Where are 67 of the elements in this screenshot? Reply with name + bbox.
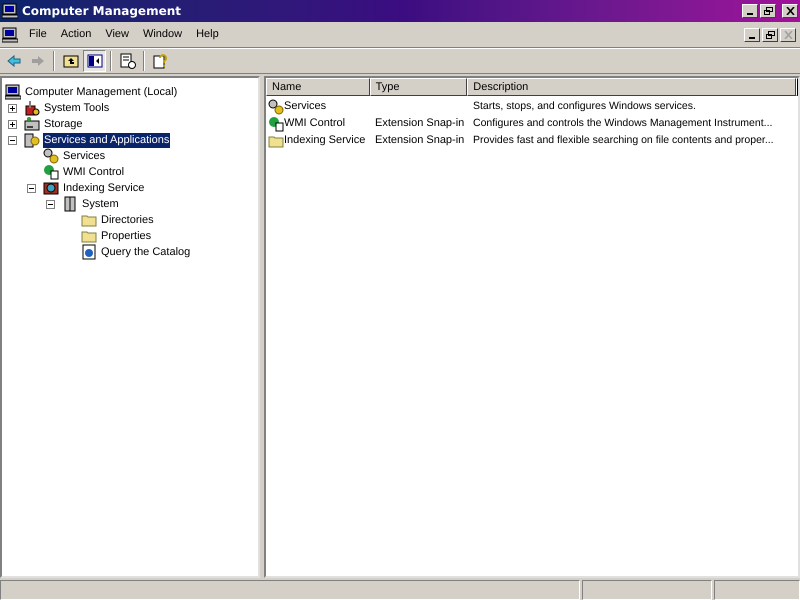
computer-icon xyxy=(2,3,18,19)
tree-item[interactable]: Storage xyxy=(43,116,84,132)
back-arrow-icon xyxy=(6,53,22,69)
tree-pane-icon xyxy=(86,53,102,69)
tree-item[interactable]: Query the Catalog xyxy=(100,244,192,260)
collapse-toggle[interactable] xyxy=(8,136,17,144)
minimize-button[interactable] xyxy=(744,28,760,42)
tree-item[interactable]: Indexing Service xyxy=(62,180,146,196)
restore-icon xyxy=(764,7,772,15)
tree-item[interactable]: System xyxy=(81,196,120,212)
tree-item[interactable]: System Tools xyxy=(43,100,110,116)
minimize-icon xyxy=(749,36,755,38)
minus-icon xyxy=(10,138,15,142)
up-folder-icon xyxy=(62,53,78,69)
menu-item[interactable]: Help xyxy=(189,26,226,43)
restore-button[interactable] xyxy=(762,28,778,42)
computer-icon xyxy=(5,84,21,100)
menu-item[interactable]: File xyxy=(22,26,54,43)
expand-toggle[interactable] xyxy=(8,120,17,128)
export-list-icon xyxy=(120,53,136,69)
list-cell: Extension Snap-in xyxy=(375,117,464,130)
toolbox-icon xyxy=(24,100,40,116)
gears-icon xyxy=(43,148,59,164)
tree-item[interactable]: Computer Management (Local) xyxy=(24,84,178,100)
menu-item[interactable]: Action xyxy=(54,26,98,43)
gears-icon xyxy=(268,98,284,114)
drive-icon xyxy=(24,116,40,132)
forward-arrow-icon xyxy=(30,53,46,69)
list-cell[interactable]: Services xyxy=(284,98,326,115)
menu-item[interactable]: Window xyxy=(136,26,190,43)
server-gear-icon xyxy=(24,132,40,148)
list-cell: Extension Snap-in xyxy=(375,134,464,146)
plus-icon xyxy=(10,122,15,126)
computer-icon xyxy=(2,26,18,42)
window-title: Computer Management xyxy=(22,3,181,20)
column-header[interactable]: Type xyxy=(370,78,468,96)
globe-page-icon xyxy=(81,244,97,260)
list-cell: Provides fast and flexible searching on file contents and proper... xyxy=(473,134,774,146)
minimize-button[interactable] xyxy=(742,4,758,18)
list-cell: Configures and controls the Windows Management Instrument... xyxy=(473,117,772,130)
minus-icon xyxy=(48,202,53,206)
close-icon xyxy=(784,30,792,38)
close-button[interactable] xyxy=(780,28,796,42)
close-icon xyxy=(786,7,794,15)
cabinet-icon xyxy=(62,196,78,212)
collapse-toggle[interactable] xyxy=(27,184,36,192)
collapse-toggle[interactable] xyxy=(46,200,55,208)
help-icon xyxy=(152,53,168,69)
close-button[interactable] xyxy=(782,4,798,18)
list-cell[interactable]: Indexing Service xyxy=(284,132,366,149)
menu-item[interactable]: View xyxy=(98,26,136,43)
plus-icon xyxy=(10,106,15,110)
tree-item[interactable]: Services xyxy=(62,148,106,164)
tree-item[interactable]: Properties xyxy=(100,228,152,244)
list-cell[interactable]: WMI Control xyxy=(284,115,346,132)
list-cell: Starts, stops, and configures Windows services. xyxy=(473,100,696,112)
restore-button[interactable] xyxy=(760,4,776,18)
toolbar-button[interactable] xyxy=(83,50,106,72)
column-header[interactable]: Name xyxy=(266,78,370,96)
tree-item[interactable]: Services and Applications xyxy=(43,132,170,148)
restore-icon xyxy=(766,30,774,38)
tree-item[interactable]: Directories xyxy=(100,212,155,228)
minus-icon xyxy=(29,186,34,190)
column-header[interactable]: Description xyxy=(467,78,796,96)
minimize-icon xyxy=(747,13,753,15)
expand-toggle[interactable] xyxy=(8,104,17,112)
tree-item[interactable]: WMI Control xyxy=(62,164,126,180)
